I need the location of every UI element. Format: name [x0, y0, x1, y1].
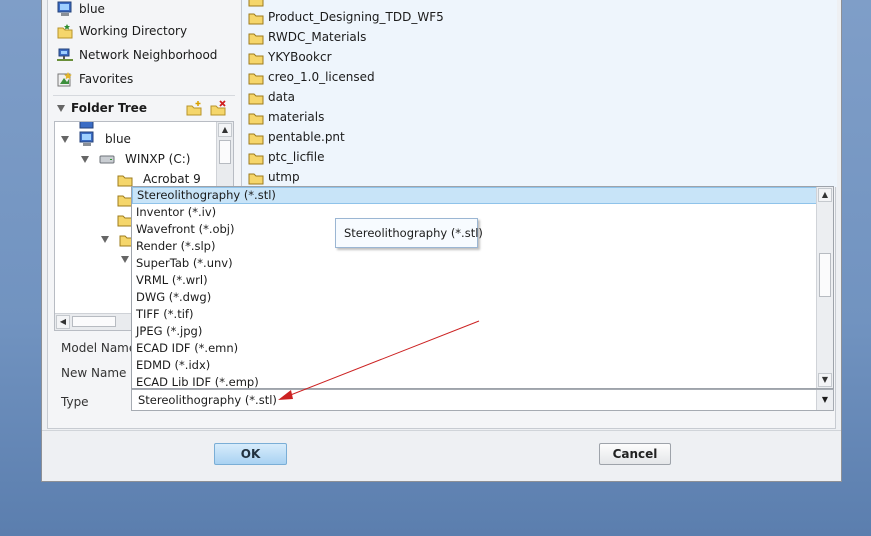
new-name-label: New Name — [61, 366, 127, 380]
chevron-down-icon[interactable]: ▼ — [816, 390, 833, 410]
ok-button[interactable]: OK — [214, 443, 287, 465]
file-row[interactable]: Product_Designing_TDD_WF5 — [248, 7, 444, 27]
folder-icon — [248, 11, 264, 24]
file-name: utmp — [268, 170, 300, 184]
network-icon — [57, 47, 73, 63]
scroll-up-button[interactable]: ▲ — [218, 123, 232, 137]
cancel-button[interactable]: Cancel — [599, 443, 671, 465]
drive-icon — [99, 151, 115, 167]
tree-node-label: Acrobat 9 — [143, 172, 201, 186]
type-select-value: Stereolithography (*.stl) — [138, 393, 277, 407]
file-row[interactable]: utmp — [248, 167, 300, 187]
expanded-triangle-icon[interactable] — [101, 235, 109, 243]
tree-node-blue[interactable]: blue — [61, 130, 131, 148]
folder-icon — [248, 171, 264, 184]
nav-item-label: Working Directory — [79, 24, 188, 38]
favorites-icon — [57, 71, 73, 87]
folder-icon — [248, 51, 264, 64]
nav-item-favorites[interactable]: Favorites — [57, 69, 133, 89]
type-label: Type — [61, 395, 89, 409]
folder-icon — [248, 91, 264, 104]
folder-tree-title: Folder Tree — [71, 101, 147, 115]
tree-node-collapsed[interactable] — [121, 250, 129, 268]
folder-icon — [248, 31, 264, 44]
folder-icon — [117, 173, 133, 186]
expanded-triangle-icon[interactable] — [121, 255, 129, 263]
type-option[interactable]: JPEG (*.jpg) — [132, 323, 818, 340]
file-name: materials — [268, 110, 325, 124]
file-name: YKYBookcr — [268, 50, 332, 64]
delete-folder-icon[interactable] — [210, 100, 226, 116]
file-row[interactable]: creo_1.0_licensed — [248, 67, 375, 87]
folder-icon — [248, 0, 264, 6]
expanded-triangle-icon[interactable] — [61, 135, 69, 143]
tree-node-label: WINXP (C:) — [125, 152, 191, 166]
scroll-thumb[interactable] — [219, 140, 231, 164]
tree-node-folder[interactable] — [101, 230, 135, 248]
file-row[interactable]: YKYBookcr — [248, 47, 332, 67]
button-bar-divider — [42, 430, 841, 431]
scroll-down-button[interactable]: ▼ — [818, 373, 832, 387]
nav-item-working-directory[interactable]: Working Directory — [57, 21, 187, 41]
folder-tree-header: Folder Tree — [53, 95, 235, 120]
scroll-thumb[interactable] — [819, 253, 831, 297]
file-row[interactable]: materials — [248, 107, 324, 127]
collapse-triangle-icon[interactable] — [57, 104, 65, 112]
type-option[interactable]: VRML (*.wrl) — [132, 272, 818, 289]
file-name: pentable.pnt — [268, 130, 345, 144]
scroll-left-button[interactable]: ◀ — [56, 315, 70, 329]
file-name: RWDC_Materials — [268, 30, 367, 44]
nav-item-label: blue — [79, 2, 105, 16]
dropdown-vertical-scrollbar[interactable]: ▲ ▼ — [816, 187, 833, 388]
new-folder-icon[interactable] — [186, 100, 202, 116]
type-option[interactable]: ECAD IDF (*.emn) — [132, 340, 818, 357]
computer-icon — [79, 131, 95, 147]
type-tooltip: Stereolithography (*.stl) — [335, 218, 483, 248]
file-row[interactable]: pentable.pnt — [248, 127, 345, 147]
type-option[interactable]: Stereolithography (*.stl) — [132, 187, 818, 204]
type-option[interactable]: SuperTab (*.unv) — [132, 255, 818, 272]
model-name-label: Model Name — [61, 341, 137, 355]
folder-icon — [248, 111, 264, 124]
file-row[interactable]: ptc_licfile — [248, 147, 324, 167]
nav-item-blue[interactable]: blue — [57, 0, 105, 19]
type-option[interactable]: TIFF (*.tif) — [132, 306, 818, 323]
file-name: Product_Designing_TDD_WF5 — [268, 10, 444, 24]
type-select[interactable]: Stereolithography (*.stl) ▼ — [131, 389, 834, 411]
type-dropdown-list[interactable]: Stereolithography (*.stl) Inventor (*.iv)… — [131, 186, 834, 389]
type-option[interactable]: DWG (*.dwg) — [132, 289, 818, 306]
nav-item-label: Network Neighborhood — [79, 48, 218, 62]
expanded-triangle-icon[interactable] — [81, 155, 89, 163]
folder-icon — [248, 71, 264, 84]
save-copy-dialog: blue Working Directory Network Neighborh… — [41, 0, 842, 482]
file-list[interactable]: Product_Designing_TDD_WF5 RWDC_Materials Y… — [241, 0, 837, 187]
tree-node-label: blue — [105, 132, 131, 146]
type-option[interactable]: ECAD Lib IDF (*.emp) — [132, 374, 818, 388]
file-name: ptc_licfile — [268, 150, 325, 164]
type-option[interactable]: EDMD (*.idx) — [132, 357, 818, 374]
nav-item-label: Favorites — [79, 72, 134, 86]
file-row[interactable]: RWDC_Materials — [248, 27, 366, 47]
file-name: data — [268, 90, 296, 104]
folder-icon — [248, 131, 264, 144]
nav-item-network-neighborhood[interactable]: Network Neighborhood — [57, 45, 217, 65]
folder-icon — [248, 151, 264, 164]
tree-node-drive[interactable]: WINXP (C:) — [81, 150, 190, 168]
file-row[interactable]: data — [248, 87, 295, 107]
computer-icon — [57, 1, 73, 17]
working-directory-icon — [57, 23, 73, 39]
scroll-up-button[interactable]: ▲ — [818, 188, 832, 202]
file-name: creo_1.0_licensed — [268, 70, 375, 84]
scroll-thumb[interactable] — [72, 316, 116, 327]
